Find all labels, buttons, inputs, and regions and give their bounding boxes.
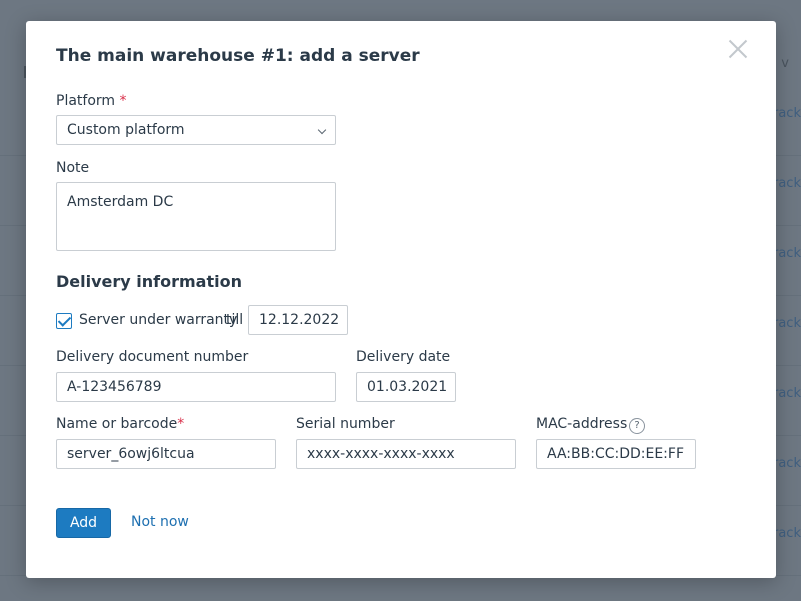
note-label: Note <box>56 160 90 176</box>
chevron-down-icon <box>317 125 327 135</box>
add-button[interactable]: Add <box>56 508 111 538</box>
warranty-label: Server under warranty <box>79 312 238 328</box>
platform-label: Platform * <box>56 93 127 109</box>
delivery-date-input[interactable]: 01.03.2021 <box>356 372 456 402</box>
warranty-date-input[interactable]: 12.12.2022 <box>248 305 348 335</box>
mac-address-label: MAC-address <box>536 416 628 432</box>
background-row-link: rack <box>773 106 801 121</box>
warranty-till-label: till <box>226 312 244 328</box>
background-row-link: rack <box>773 386 801 401</box>
background-row-link: rack <box>773 526 801 541</box>
document-number-label: Delivery document number <box>56 349 249 365</box>
delivery-date-label: Delivery date <box>356 349 451 365</box>
name-barcode-input[interactable]: server_6owj6ltcua <box>56 439 276 469</box>
background-row-link: rack <box>773 246 801 261</box>
required-mark: * <box>119 93 127 109</box>
required-mark: * <box>177 416 185 432</box>
note-textarea-value: Amsterdam DC <box>67 194 174 210</box>
serial-number-value: xxxx-xxxx-xxxx-xxxx <box>307 446 455 462</box>
delivery-date-value: 01.03.2021 <box>367 379 448 395</box>
name-barcode-label-text: Name or barcode <box>56 416 178 432</box>
delivery-section-title: Delivery information <box>56 272 242 291</box>
help-icon[interactable]: ? <box>629 418 645 434</box>
document-number-value: A-123456789 <box>67 379 162 395</box>
mac-address-value: AA:BB:CC:DD:EE:FF <box>547 446 684 462</box>
platform-label-text: Platform <box>56 93 116 109</box>
name-barcode-value: server_6owj6ltcua <box>67 446 195 462</box>
platform-select-value: Custom platform <box>67 122 185 138</box>
background-row-link: rack <box>773 176 801 191</box>
platform-select[interactable]: Custom platform <box>56 115 336 145</box>
add-server-dialog: The main warehouse #1: add a server Plat… <box>26 21 776 578</box>
document-number-input[interactable]: A-123456789 <box>56 372 336 402</box>
background-row-link: rack <box>773 316 801 331</box>
name-barcode-label: Name or barcode* <box>56 416 184 432</box>
warranty-date-value: 12.12.2022 <box>259 312 340 328</box>
background-row-link: rack <box>773 456 801 471</box>
serial-number-input[interactable]: xxxx-xxxx-xxxx-xxxx <box>296 439 516 469</box>
background-column-header: v <box>781 56 789 71</box>
mac-address-input[interactable]: AA:BB:CC:DD:EE:FF <box>536 439 696 469</box>
close-icon[interactable] <box>728 39 748 59</box>
warranty-checkbox[interactable] <box>56 313 72 329</box>
dialog-title: The main warehouse #1: add a server <box>56 46 420 66</box>
note-textarea[interactable]: Amsterdam DC <box>56 182 336 251</box>
serial-number-label: Serial number <box>296 416 395 432</box>
not-now-link[interactable]: Not now <box>131 514 189 530</box>
